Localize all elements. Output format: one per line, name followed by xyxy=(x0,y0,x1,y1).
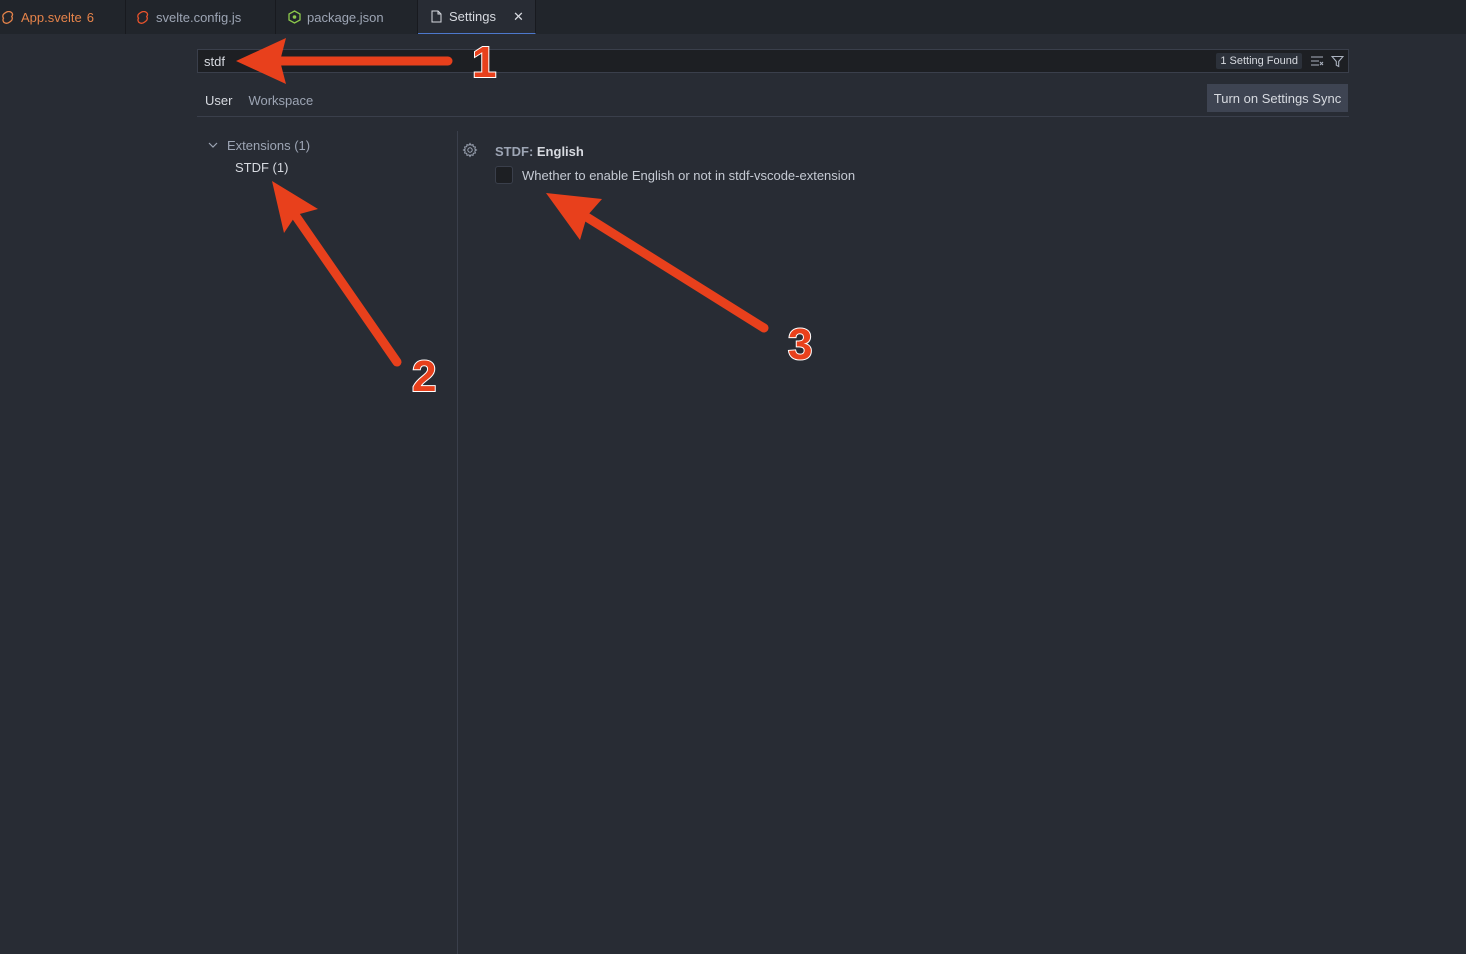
setting-category: STDF: xyxy=(495,144,537,159)
tab-app-svelte[interactable]: App.svelte 6 xyxy=(0,0,126,34)
result-count-badge: 1 Setting Found xyxy=(1216,53,1302,69)
setting-title: STDF: English xyxy=(495,144,584,159)
setting-value-row: Whether to enable English or not in stdf… xyxy=(495,166,855,184)
nodejs-icon xyxy=(286,10,302,24)
toc-divider xyxy=(457,131,458,954)
scope-divider xyxy=(197,116,1349,117)
settings-toc: Extensions (1) STDF (1) xyxy=(205,134,310,178)
tab-workspace[interactable]: Workspace xyxy=(240,84,321,117)
toc-item-stdf[interactable]: STDF (1) xyxy=(205,156,310,178)
settings-search-box: 1 Setting Found xyxy=(197,49,1349,73)
close-icon[interactable]: ✕ xyxy=(513,9,524,25)
tab-label: App.svelte xyxy=(21,9,82,25)
settings-search-input[interactable] xyxy=(198,50,1217,72)
annotation-arrow-2 xyxy=(272,181,402,367)
annotation-arrow-3 xyxy=(546,193,769,333)
tab-label: svelte.config.js xyxy=(156,9,242,25)
setting-name: English xyxy=(536,144,584,159)
toc-label: Extensions (1) xyxy=(227,137,311,153)
filter-icon[interactable] xyxy=(1328,52,1346,70)
tab-svelte-config[interactable]: svelte.config.js xyxy=(126,0,276,34)
tab-package-json[interactable]: package.json xyxy=(276,0,418,34)
problem-count-badge: 6 xyxy=(86,9,94,25)
settings-sync-button[interactable]: Turn on Settings Sync xyxy=(1207,84,1348,112)
english-checkbox[interactable] xyxy=(495,166,513,184)
chevron-down-icon xyxy=(205,142,221,148)
editor-tab-bar: App.svelte 6 svelte.config.js package.js… xyxy=(0,0,1466,34)
tab-label: Settings xyxy=(449,9,496,24)
annotation-number-2: 2 xyxy=(411,351,438,402)
tab-label: package.json xyxy=(307,9,384,25)
clear-filter-icon[interactable] xyxy=(1308,52,1326,70)
annotation-number-1: 1 xyxy=(471,37,498,88)
toc-item-extensions[interactable]: Extensions (1) xyxy=(205,134,310,156)
settings-scope-tabs: User Workspace xyxy=(197,84,321,117)
tab-settings[interactable]: Settings ✕ xyxy=(418,0,536,34)
tab-user[interactable]: User xyxy=(197,84,241,117)
file-icon xyxy=(428,10,444,23)
svelte-icon xyxy=(135,10,151,24)
annotation-number-3: 3 xyxy=(787,319,814,370)
gear-icon[interactable] xyxy=(462,142,478,158)
toc-label: STDF (1) xyxy=(235,159,289,175)
setting-description: Whether to enable English or not in stdf… xyxy=(522,167,856,183)
svelte-icon xyxy=(0,10,16,24)
